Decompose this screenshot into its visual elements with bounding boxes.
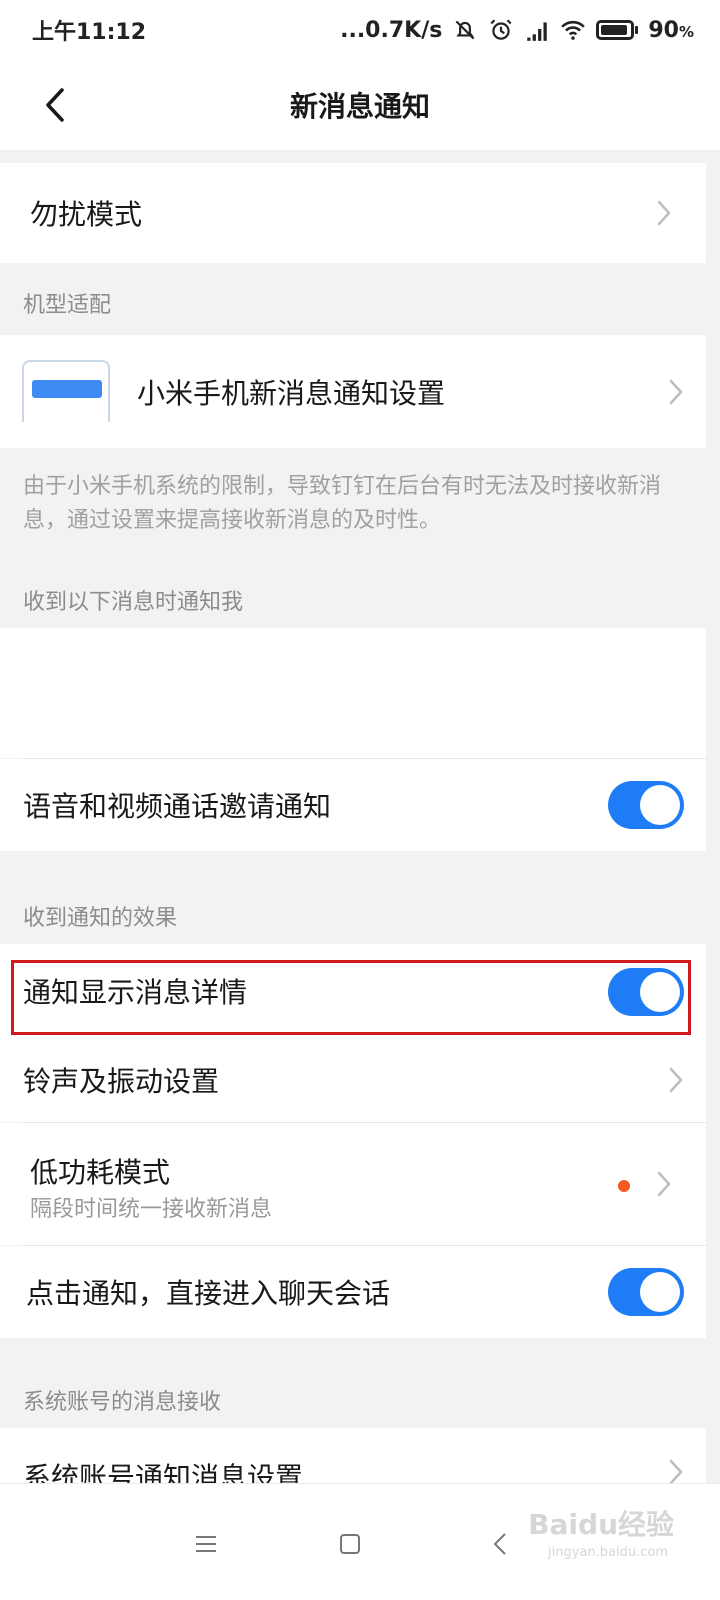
chevron-right-icon	[669, 1459, 683, 1484]
back-triangle-icon	[493, 1533, 506, 1555]
row-label: 系统账号通知消息设置	[23, 1461, 304, 1484]
row-tap-to-chat: 点击通知，直接进入聊天会话	[0, 1246, 706, 1338]
row-sublabel: 隔段时间统一接收新消息	[30, 1197, 273, 1222]
watermark-logo: Baidu经验	[528, 1508, 674, 1541]
row-label: 铃声及振动设置	[23, 1065, 220, 1098]
home-square-icon	[340, 1534, 360, 1554]
row-label: 小米手机新消息通知设置	[137, 376, 446, 410]
phone-illustration-icon	[22, 360, 110, 422]
row-voice-video-invite: 语音和视频通话邀请通知	[0, 759, 706, 851]
blank-list-area	[0, 628, 706, 758]
chevron-right-icon	[669, 379, 683, 404]
row-system-account-settings[interactable]: 系统账号通知消息设置	[0, 1428, 706, 1484]
group-header-notify-me: 收到以下消息时通知我	[23, 590, 244, 615]
group-header-system: 系统账号的消息接收	[23, 1390, 222, 1415]
chevron-right-icon	[669, 1067, 683, 1093]
row-do-not-disturb[interactable]: 勿扰模式	[0, 163, 706, 263]
bell-muted-icon	[455, 20, 475, 40]
hd-signal-icon	[527, 22, 548, 41]
network-speed: ...0.7K/s	[340, 17, 443, 43]
page-title: 新消息通知	[289, 90, 430, 123]
battery-percent: 90%	[648, 17, 694, 43]
home-button[interactable]	[330, 1524, 370, 1564]
toggle-tap-to-chat[interactable]	[608, 1268, 684, 1316]
status-bar: 上午11:12 ...0.7K/s 90%	[0, 0, 720, 60]
row-label: 勿扰模式	[30, 198, 143, 231]
back-button[interactable]	[30, 80, 80, 130]
menu-button[interactable]	[186, 1524, 226, 1564]
badge-dot	[618, 1180, 630, 1192]
menu-icon	[196, 1536, 216, 1552]
battery-icon	[596, 20, 639, 40]
row-label: 低功耗模式	[30, 1156, 171, 1189]
chevron-right-icon	[657, 1171, 671, 1197]
navigation-bar: 新消息通知	[0, 60, 720, 150]
status-time: 上午11:12	[32, 20, 147, 45]
watermark-url: jingyan.baidu.com	[548, 1545, 668, 1560]
system-back-button[interactable]	[480, 1524, 520, 1564]
row-label: 语音和视频通话邀请通知	[23, 790, 332, 823]
group-header-device: 机型适配	[23, 293, 112, 318]
toggle-voice-video[interactable]	[608, 781, 684, 829]
xiaomi-description: 由于小米手机系统的限制，导致钉钉在后台有时无法及时接收新消息，通过设置来提高接收…	[23, 474, 662, 533]
group-header-effect: 收到通知的效果	[23, 906, 178, 931]
alarm-icon	[490, 19, 512, 40]
row-low-power-mode[interactable]: 低功耗模式 隔段时间统一接收新消息	[0, 1123, 706, 1245]
chevron-left-icon	[46, 88, 64, 122]
status-icons: ...0.7K/s 90%	[340, 17, 694, 43]
wifi-icon	[561, 20, 586, 40]
row-ringtone-vibration[interactable]: 铃声及振动设置	[0, 1038, 706, 1122]
row-label: 点击通知，直接进入聊天会话	[26, 1277, 391, 1310]
chevron-right-icon	[657, 200, 671, 226]
highlight-annotation	[11, 960, 691, 1035]
